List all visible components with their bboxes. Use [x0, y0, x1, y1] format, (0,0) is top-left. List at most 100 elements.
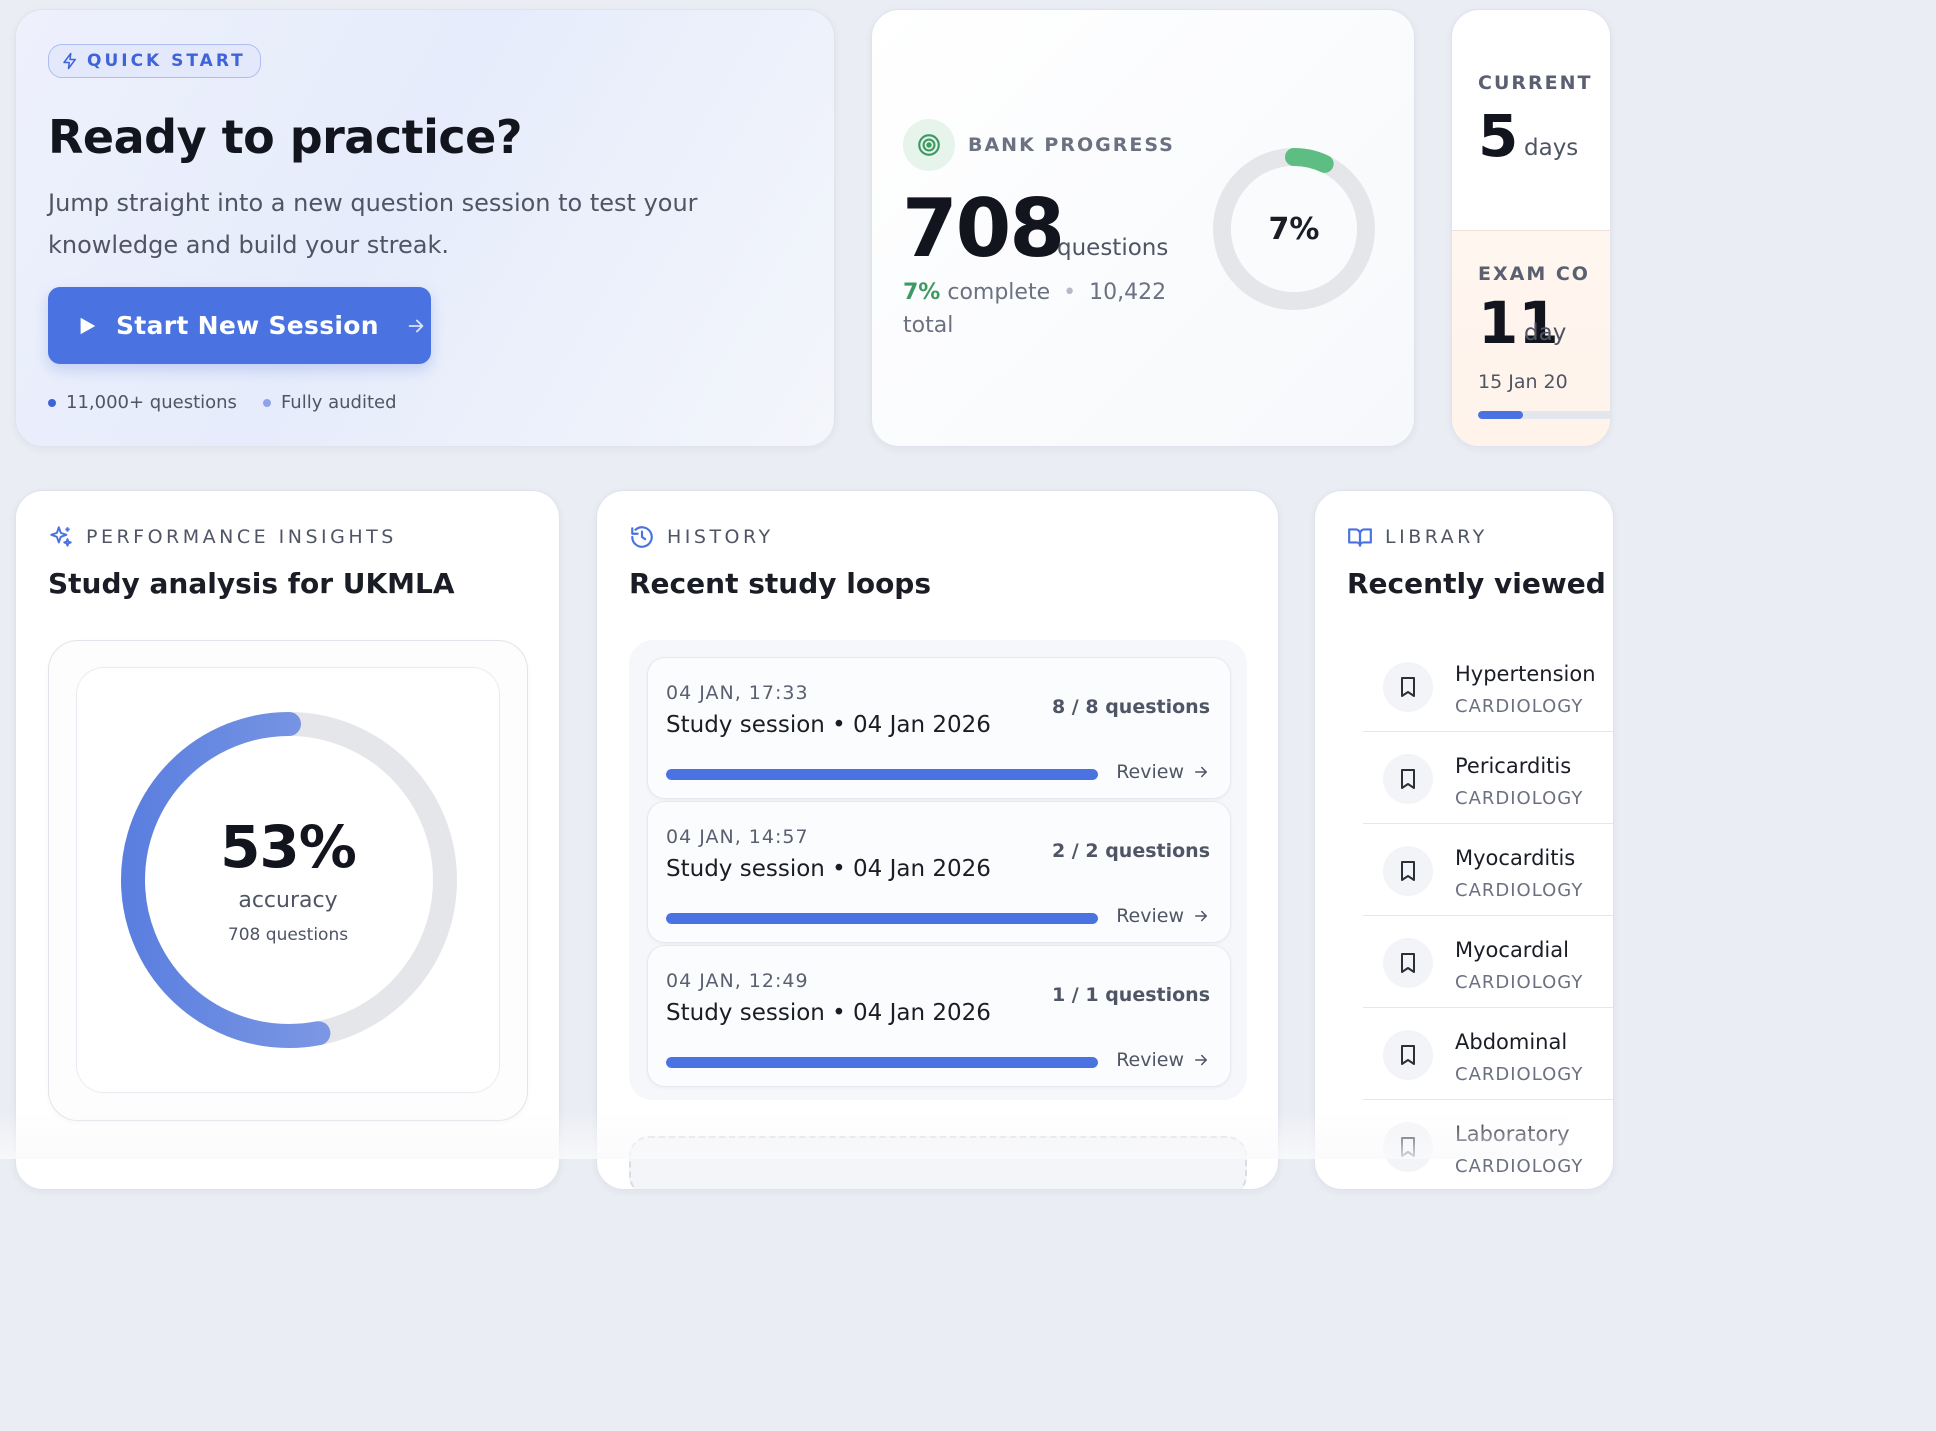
- review-label: Review: [1116, 905, 1184, 927]
- library-item-category: CARDIOLOGY: [1455, 696, 1584, 717]
- library-item-category: CARDIOLOGY: [1455, 1156, 1584, 1177]
- current-streak-value: 5: [1478, 102, 1519, 170]
- history-item[interactable]: 04 JAN, 17:33 Study session • 04 Jan 202…: [647, 657, 1231, 799]
- library-item-category: CARDIOLOGY: [1455, 972, 1584, 993]
- list-item[interactable]: Abdominal CARDIOLOGY: [1363, 1008, 1613, 1100]
- bookmark-icon: [1383, 1030, 1433, 1080]
- quick-start-title: Ready to practice?: [48, 110, 523, 164]
- review-button[interactable]: Review: [1116, 1049, 1210, 1071]
- bookmark-icon: [1383, 754, 1433, 804]
- current-streak-label: CURRENT: [1478, 72, 1593, 94]
- list-item[interactable]: Myocarditis CARDIOLOGY: [1363, 824, 1613, 916]
- sparkles-icon: [50, 526, 72, 547]
- list-item[interactable]: Pericarditis CARDIOLOGY: [1363, 732, 1613, 824]
- meta-question-count: 11,000+ questions: [48, 392, 237, 413]
- history-item-time: 04 JAN, 12:49: [666, 970, 809, 992]
- review-label: Review: [1116, 1049, 1184, 1071]
- quick-start-card: QUICK START Ready to practice? Jump stra…: [15, 9, 835, 447]
- streak-card: CURRENT 5 days EXAM CO 11 day 15 Jan 20: [1451, 9, 1611, 447]
- accuracy-percent: 53%: [220, 813, 357, 881]
- library-item-name: Hypertension: [1455, 662, 1596, 686]
- history-item-title: Study session • 04 Jan 2026: [666, 712, 991, 738]
- list-item[interactable]: Hypertension CARDIOLOGY: [1363, 640, 1613, 732]
- library-title: Recently viewed: [1347, 567, 1606, 600]
- bank-complete-word: complete: [947, 280, 1051, 305]
- accuracy-label: accuracy: [238, 888, 338, 913]
- performance-title: Study analysis for UKMLA: [48, 567, 455, 600]
- history-item[interactable]: 04 JAN, 12:49 Study session • 04 Jan 202…: [647, 945, 1231, 1087]
- bank-percent: 7%: [903, 280, 941, 305]
- history-list: 04 JAN, 17:33 Study session • 04 Jan 202…: [629, 640, 1247, 1100]
- library-list: Hypertension CARDIOLOGY Pericarditis CAR…: [1363, 640, 1613, 1189]
- quick-start-badge: QUICK START: [48, 44, 261, 78]
- meta-audited: Fully audited: [262, 392, 397, 413]
- library-item-category: CARDIOLOGY: [1455, 880, 1584, 901]
- accuracy-questions: 708 questions: [227, 925, 349, 945]
- review-button[interactable]: Review: [1116, 905, 1210, 927]
- arrow-right-icon: [1195, 1054, 1208, 1066]
- performance-header-label: PERFORMANCE INSIGHTS: [86, 526, 397, 548]
- bank-total: 10,422: [1089, 280, 1167, 305]
- history-title: Recent study loops: [629, 567, 932, 600]
- history-item-time: 04 JAN, 14:57: [666, 826, 809, 848]
- bookmark-icon: [1383, 938, 1433, 988]
- history-item-progress-fill: [666, 1057, 1098, 1068]
- history-item-title: Study session • 04 Jan 2026: [666, 856, 991, 882]
- bank-question-count: 708: [902, 182, 1065, 275]
- target-icon: [903, 119, 955, 171]
- library-item-name: Myocardial: [1455, 938, 1569, 962]
- history-header-label: HISTORY: [667, 526, 774, 548]
- history-card: HISTORY Recent study loops 04 JAN, 17:33…: [596, 490, 1279, 1190]
- library-item-name: Myocarditis: [1455, 846, 1576, 870]
- exam-countdown-unit: day: [1524, 320, 1567, 346]
- bank-question-unit: questions: [1057, 235, 1169, 261]
- library-item-name: Abdominal: [1455, 1030, 1568, 1054]
- current-streak-unit: days: [1524, 135, 1579, 161]
- history-item[interactable]: 04 JAN, 14:57 Study session • 04 Jan 202…: [647, 801, 1231, 943]
- exam-countdown-section: EXAM CO 11 day 15 Jan 20: [1452, 230, 1610, 446]
- history-item-count: 8 / 8 questions: [1051, 696, 1210, 718]
- quick-start-badge-label: QUICK START: [87, 51, 246, 71]
- exam-progress-fill: [1478, 411, 1523, 419]
- bank-progress-summary: 7% complete • 10,422 total: [903, 276, 1193, 342]
- bookmark-icon: [1383, 1122, 1433, 1172]
- history-item-count: 1 / 1 questions: [1051, 984, 1210, 1006]
- arrow-right-icon: [1195, 766, 1208, 778]
- bank-progress-card: BANK PROGRESS 708 questions 7% complete …: [871, 9, 1415, 447]
- history-item-progress: [666, 1057, 1098, 1068]
- library-item-name: Pericarditis: [1455, 754, 1572, 778]
- start-new-session-label: Start New Session: [116, 311, 379, 340]
- bank-progress-label: BANK PROGRESS: [968, 134, 1175, 156]
- exam-progress-bar: [1478, 411, 1610, 419]
- performance-header: PERFORMANCE INSIGHTS: [48, 524, 397, 550]
- accuracy-panel-inner: 53% accuracy 708 questions: [76, 667, 500, 1093]
- library-card: LIBRARY Recently viewed Hypertension CAR…: [1314, 490, 1614, 1190]
- list-item[interactable]: Laboratory CARDIOLOGY: [1363, 1100, 1613, 1189]
- review-button[interactable]: Review: [1116, 761, 1210, 783]
- bookmark-icon: [1383, 846, 1433, 896]
- bookmark-icon: [1383, 662, 1433, 712]
- library-header-label: LIBRARY: [1385, 526, 1488, 548]
- library-item-category: CARDIOLOGY: [1455, 1064, 1584, 1085]
- list-item[interactable]: Myocardial CARDIOLOGY: [1363, 916, 1613, 1008]
- history-item-time: 04 JAN, 17:33: [666, 682, 809, 704]
- quick-start-meta: 11,000+ questions Fully audited: [48, 392, 397, 413]
- bank-total-word: total: [903, 313, 954, 338]
- exam-date: 15 Jan 20: [1478, 371, 1568, 393]
- history-item-progress: [666, 769, 1098, 780]
- library-item-category: CARDIOLOGY: [1455, 788, 1584, 809]
- quick-start-description: Jump straight into a new question sessio…: [48, 189, 698, 259]
- bank-ring-label: 7%: [1268, 211, 1320, 247]
- history-header: HISTORY: [629, 524, 774, 550]
- exam-countdown-label: EXAM CO: [1478, 263, 1590, 285]
- history-item-count: 2 / 2 questions: [1051, 840, 1210, 862]
- start-new-session-button[interactable]: Start New Session: [48, 287, 431, 364]
- history-empty-slot: [629, 1136, 1247, 1189]
- history-item-progress-fill: [666, 913, 1098, 924]
- review-label: Review: [1116, 761, 1184, 783]
- library-header: LIBRARY: [1347, 524, 1488, 550]
- library-item-name: Laboratory: [1455, 1122, 1570, 1146]
- bank-separator: •: [1063, 280, 1077, 305]
- history-item-progress-fill: [666, 769, 1098, 780]
- history-icon: [631, 526, 653, 548]
